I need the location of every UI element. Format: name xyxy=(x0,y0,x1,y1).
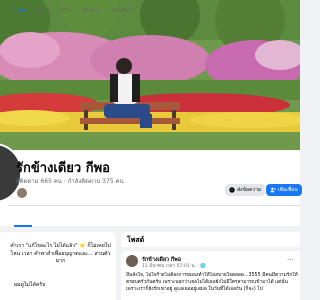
intro-bio: คำเรา "แก้ไขอะไร ไม่ได้แล้ว" ⭐ ก็ไม่เคยไ… xyxy=(10,243,111,264)
tab-posts[interactable]: โพสต์ xyxy=(14,7,26,15)
posts-title: โพสต์ xyxy=(127,236,145,244)
followers-count[interactable]: ผู้ติดตาม 665 คน xyxy=(16,178,62,185)
more-options-icon[interactable]: ··· xyxy=(287,256,294,264)
add-friend-icon xyxy=(270,187,276,193)
message-button-label: ส่งข้อความ xyxy=(237,187,262,193)
intro-extra: ผมดูไม่ได้ครับ xyxy=(14,282,46,288)
chevron-down-icon: ▾ xyxy=(130,8,133,14)
cover-photo[interactable] xyxy=(0,0,300,150)
profile-name: รักข้างเดียว กีพอ xyxy=(16,161,110,176)
tab-videos[interactable]: วิดีโอ xyxy=(60,7,72,15)
active-tab-indicator xyxy=(14,225,32,227)
add-friend-label: เพิ่มเพื่อน xyxy=(278,187,298,193)
post-author-avatar[interactable] xyxy=(126,255,138,267)
tab-photos[interactable]: รูปภาพ xyxy=(35,7,50,15)
following-count[interactable]: กำลังติดตาม 375 คน xyxy=(68,178,124,185)
tab-more[interactable]: เพิ่มเติม ▾ xyxy=(112,7,133,15)
tab-followers[interactable]: ผู้ติดตาม xyxy=(82,7,101,15)
profile-stats: ผู้ติดตาม 665 คน · กำลังติดตาม 375 คน xyxy=(16,176,124,186)
tab-more-label: เพิ่มเติม xyxy=(112,8,129,14)
message-button[interactable]: ส่งข้อความ xyxy=(225,184,266,196)
profile-tabs xyxy=(0,206,300,226)
post-text: มีพลังใจ, ไม่ใจร้ายไม่ต้องการหมองทำให้ไม… xyxy=(126,273,298,292)
friend-avatar[interactable] xyxy=(16,187,28,199)
messenger-icon xyxy=(229,187,235,193)
add-friend-button[interactable]: เพิ่มเพื่อน xyxy=(266,184,302,196)
post-timestamp[interactable]: 11 มีนาคม เวลา 07:01 น. · 🌐 xyxy=(142,263,206,270)
posts-header xyxy=(121,232,300,247)
